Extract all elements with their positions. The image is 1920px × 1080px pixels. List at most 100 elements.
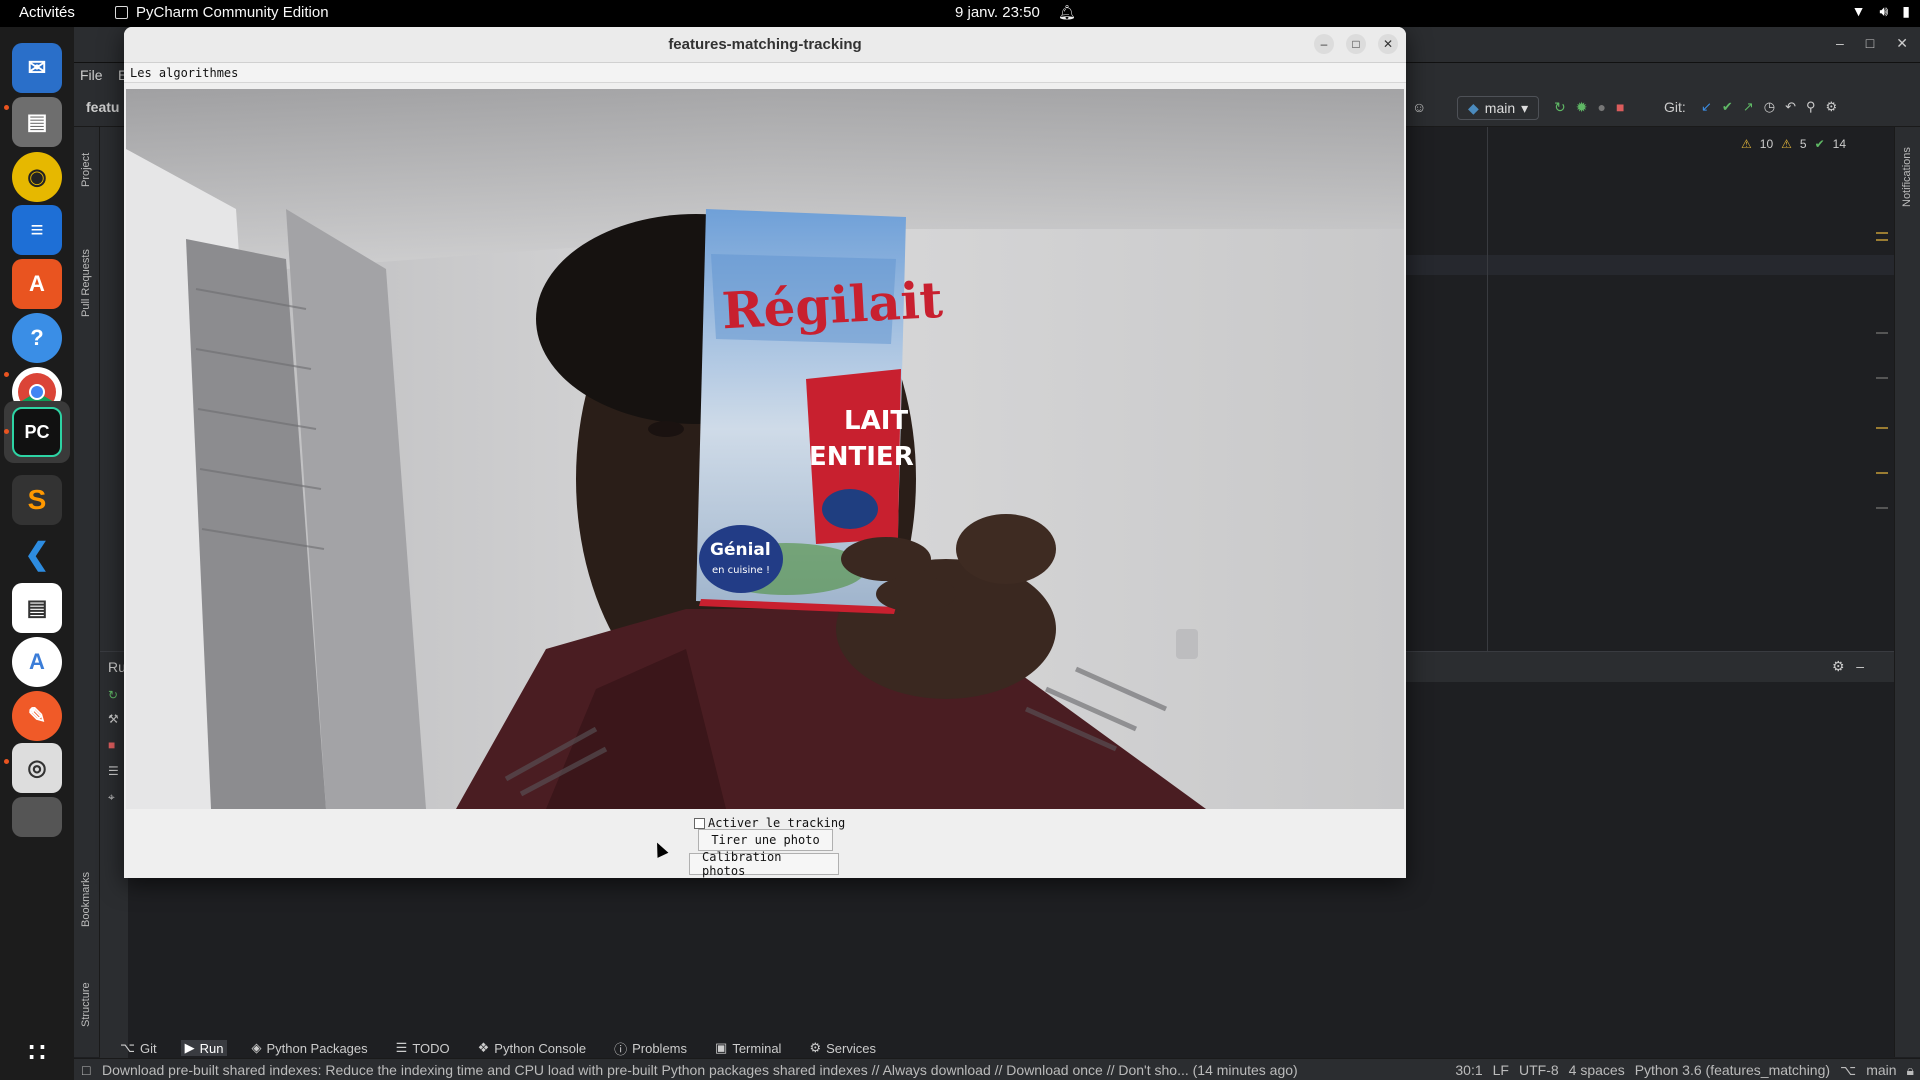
square-icon: □ [82, 1062, 91, 1078]
gutter-marker [1876, 377, 1888, 379]
tool-tab-label: Problems [632, 1040, 688, 1056]
run-toolbar: ↻ ✹ ● ■ [1554, 99, 1624, 116]
tool-tab-problems[interactable]: ⓘ Problems [610, 1039, 691, 1058]
stop-icon[interactable]: ■ [1616, 99, 1624, 116]
tool-tab-python-packages[interactable]: ◈ Python Packages [247, 1040, 371, 1056]
tab-notifications[interactable]: Notifications [1901, 147, 1913, 207]
features-matching-window: features-matching-tracking – □ ✕ Les alg… [124, 27, 1406, 878]
system-tray[interactable]: ▼ 🔊︎ ▮ [1852, 3, 1910, 20]
window-titlebar[interactable]: features-matching-tracking – □ ✕ [124, 27, 1406, 63]
file-encoding[interactable]: UTF-8 [1519, 1062, 1559, 1079]
coverage-icon[interactable]: ● [1597, 99, 1605, 116]
check-icon: ✔ [1814, 137, 1825, 151]
minimize-icon[interactable]: – [1314, 34, 1334, 54]
stop-icon[interactable]: ■ [108, 738, 115, 752]
weak-warnings-count: 5 [1799, 137, 1807, 151]
tool-tab-python-console[interactable]: ❖ Python Console [474, 1040, 590, 1056]
tool-tab-git[interactable]: ⌥ Git [116, 1040, 161, 1056]
menu-algorithms[interactable]: Les algorithmes [130, 66, 238, 80]
running-indicator [4, 759, 9, 764]
user-icon[interactable]: ☺ [1412, 99, 1426, 115]
app-grid-icon[interactable]: ∷ [12, 1027, 62, 1077]
todo-icon: ☰ [395, 1040, 408, 1055]
tool-tab-terminal[interactable]: ▣ Terminal [711, 1040, 785, 1056]
tab-structure[interactable]: Structure [80, 982, 92, 1027]
status-branch[interactable]: main [1866, 1062, 1896, 1079]
app-menu[interactable]: PyCharm Community Edition [115, 4, 329, 21]
branch-selector[interactable]: ◆ main ▾ [1457, 96, 1540, 120]
debug-icon[interactable]: ✹ [1576, 99, 1588, 116]
layout-icon[interactable]: ☰ [108, 764, 119, 778]
drive-icon[interactable] [12, 797, 62, 837]
sublime-text-icon[interactable]: S [12, 475, 62, 525]
maximize-icon[interactable]: □ [1866, 35, 1874, 52]
system-top-bar: Activités PyCharm Community Edition 9 ja… [0, 0, 1920, 27]
menu-file[interactable]: File [80, 67, 103, 83]
search-tool-icon[interactable]: ◎ [12, 743, 62, 793]
rhythmbox-icon[interactable]: ◉ [12, 152, 62, 202]
tab-pull-requests[interactable]: Pull Requests [80, 249, 92, 317]
search-icon[interactable]: ⚲ [1806, 99, 1816, 115]
line-separator[interactable]: LF [1493, 1062, 1509, 1079]
pycharm-icon[interactable]: PC [12, 407, 62, 457]
close-icon[interactable]: ✕ [1896, 35, 1908, 52]
notes-icon[interactable]: ▤ [12, 583, 62, 633]
console-icon: ❖ [477, 1040, 490, 1055]
running-indicator [4, 372, 9, 377]
help-icon[interactable]: ? [12, 313, 62, 363]
running-indicator [4, 105, 9, 110]
git-update-icon[interactable]: ↙ [1701, 99, 1712, 115]
tracking-checkbox-label: Activer le tracking [708, 816, 846, 830]
tool-tab-todo[interactable]: ☰ TODO [392, 1040, 454, 1056]
right-tool-strip: Notifications [1894, 127, 1920, 1057]
rerun-icon[interactable]: ↻ [1554, 99, 1566, 116]
gear-icon[interactable]: ⚙ [1826, 99, 1838, 115]
close-icon[interactable]: ✕ [1378, 34, 1398, 54]
carton-badge: Génial [710, 540, 771, 560]
git-label: Git: [1664, 99, 1686, 115]
rerun-icon[interactable]: ↻ [108, 688, 118, 702]
rollback-icon[interactable]: ↶ [1785, 99, 1796, 115]
minimize-icon[interactable]: – [1836, 35, 1844, 52]
maximize-icon[interactable]: □ [1346, 34, 1366, 54]
calibration-photos-button[interactable]: Calibration photos [689, 850, 839, 878]
checkbox-box[interactable] [694, 817, 705, 829]
status-message[interactable]: Download pre-built shared indexes: Reduc… [102, 1062, 1298, 1078]
tool-tab-services[interactable]: ⚙ Services [805, 1040, 880, 1056]
libreoffice-writer-icon[interactable]: ≡ [12, 205, 62, 255]
ok-count: 14 [1832, 137, 1846, 151]
tool-tab-run[interactable]: ▶ Run [180, 1040, 228, 1056]
thunderbird-icon[interactable]: ✉ [12, 43, 62, 93]
app-center-icon[interactable]: A [12, 259, 62, 309]
caret-position[interactable]: 30:1 [1455, 1062, 1482, 1079]
tool-window-bar: ⌥ Git ▶ Run ◈ Python Packages ☰ TODO ❖ Python… [100, 1038, 1894, 1058]
activities-button[interactable]: Activités [19, 4, 75, 21]
files-icon[interactable]: ▤ [12, 97, 62, 147]
app-menu-label: PyCharm Community Edition [136, 4, 329, 21]
branch-icon: ⌥ [1840, 1062, 1857, 1078]
tool-tab-label: Python Console [494, 1040, 587, 1056]
android-studio-icon[interactable]: A [12, 637, 62, 687]
interpreter[interactable]: Python 3.6 (features_matching) [1635, 1062, 1830, 1079]
vscode-icon[interactable]: ❮ [12, 529, 62, 579]
inspection-widget[interactable]: ⚠ 10 ⚠ 5 ✔ 14 [1741, 137, 1846, 151]
gutter-marker [1876, 507, 1888, 509]
clock[interactable]: 9 janv. 23:50 [955, 4, 1040, 21]
window-title: features-matching-tracking [668, 36, 862, 53]
git-push-icon[interactable]: ↗ [1743, 99, 1754, 115]
project-name[interactable]: featu [86, 99, 119, 115]
indent-setting[interactable]: 4 spaces [1569, 1062, 1625, 1079]
gutter-marker [1876, 239, 1888, 241]
tool-tab-label: Python Packages [266, 1040, 368, 1056]
take-photo-button[interactable]: Tirer une photo [698, 829, 833, 851]
pin-icon[interactable]: ⌖ [108, 790, 115, 805]
tracking-checkbox[interactable]: Activer le tracking [694, 816, 845, 830]
history-icon[interactable]: ◷ [1764, 99, 1775, 115]
git-commit-icon[interactable]: ✔ [1722, 99, 1733, 115]
wrench-icon[interactable]: ⚒ [108, 712, 119, 726]
tab-project[interactable]: Project [80, 153, 92, 187]
gear-icon[interactable]: ⚙ – [1832, 658, 1864, 675]
git-toolbar: ↙ ✔ ↗ ◷ ↶ ⚲ ⚙ [1701, 99, 1837, 115]
pen-icon[interactable]: ✎ [12, 691, 62, 741]
tab-bookmarks[interactable]: Bookmarks [80, 872, 92, 927]
